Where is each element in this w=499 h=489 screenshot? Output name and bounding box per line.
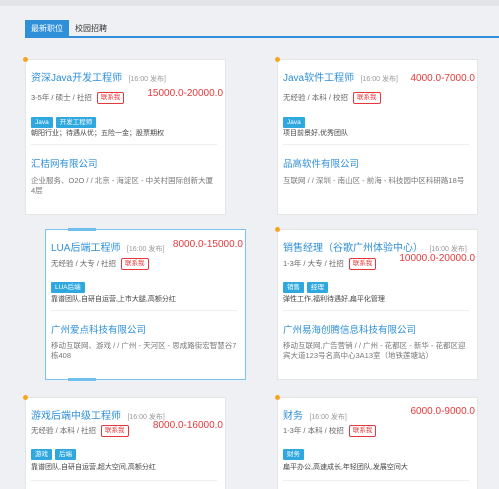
new-dot-icon: [275, 227, 280, 232]
job-requirements: 无经验 / 本科 / 社招: [31, 426, 97, 435]
tab-latest-jobs[interactable]: 最新职位: [25, 20, 69, 38]
contact-button[interactable]: 联系我: [96, 92, 125, 105]
company-name[interactable]: 品高软件有限公司: [283, 156, 359, 170]
salary: 6000.0-9000.0: [410, 406, 475, 417]
contact-button[interactable]: 联系我: [348, 425, 377, 438]
job-title[interactable]: LUA后端工程师: [51, 243, 120, 254]
posted-time: [16:00 发布]: [128, 76, 166, 83]
company-info: 互联网 / / 深圳 - 南山区 - 前海 - 科技园中区科研路18号: [283, 176, 465, 185]
salary: 10000.0-20000.0: [399, 253, 475, 264]
divider: [31, 144, 217, 145]
job-meta: 1-3年 / 大专 / 社招 联系我: [283, 258, 377, 271]
job-title[interactable]: Java软件工程师: [283, 73, 354, 84]
new-dot-icon: [23, 395, 28, 400]
job-tag[interactable]: Java: [283, 117, 305, 128]
job-requirements: 1-3年 / 大专 / 社招: [283, 259, 344, 268]
job-title[interactable]: 资深Java开发工程师: [31, 73, 122, 84]
company-name[interactable]: 广州爱点科技有限公司: [51, 322, 146, 336]
salary: 8000.0-16000.0: [152, 420, 223, 431]
company-info: 移动互联网、游戏 / / 广州 - 天河区 - 思成路街宏智慧谷7栋408: [51, 341, 237, 360]
divider: [31, 480, 217, 481]
job-meta: 3-5年 / 硕士 / 社招 联系我: [31, 92, 125, 105]
job-tag[interactable]: Java: [31, 117, 53, 128]
job-title-row: LUA后端工程师 [16:00 发布]: [51, 238, 164, 256]
job-card[interactable]: 财务 [16:00 发布] 6000.0-9000.0 1-3年 / 本科 / …: [275, 395, 478, 489]
job-card[interactable]: Java软件工程师 [16:00 发布] 4000.0-7000.0 无经验 /…: [275, 57, 478, 215]
job-tag[interactable]: 后端: [55, 449, 76, 460]
job-meta: 无经验 / 本科 / 社招 联系我: [31, 425, 129, 438]
job-meta: 无经验 / 大专 / 社招 联系我: [51, 258, 149, 271]
posted-time: [16:00 发布]: [429, 246, 467, 253]
tab-bar: 最新职位 校园招聘: [25, 20, 499, 38]
salary: 15000.0-20000.0: [147, 88, 223, 99]
highlight-bar: [68, 228, 96, 231]
job-tag[interactable]: LUA后端: [51, 282, 85, 293]
job-tag[interactable]: 开发工程师: [55, 117, 97, 128]
job-requirements: 3-5年 / 硕士 / 社招: [31, 93, 92, 102]
job-benefits: 靠谱团队,自研自运营,上市大腿,高额分红: [51, 296, 176, 303]
job-tag[interactable]: 游戏: [31, 449, 52, 460]
job-title-row: 资深Java开发工程师 [16:00 发布]: [31, 68, 166, 86]
company-info: 企业服务、O2O / / 北京 - 海淀区 - 中关村国际创新大厦4层: [31, 176, 214, 195]
salary: 8000.0-15000.0: [172, 239, 243, 250]
divider: [283, 480, 469, 481]
divider: [283, 144, 469, 145]
job-benefits: 弹性工作,福利待遇好,扁平化管理: [283, 296, 385, 303]
company-name[interactable]: 广州易海创腾信息科技有限公司: [283, 322, 416, 336]
job-card[interactable]: 游戏后端中级工程师 [16:00 发布] 8000.0-16000.0 无经验 …: [23, 395, 226, 489]
job-tags: 销售 经理: [283, 276, 331, 294]
salary: 4000.0-7000.0: [410, 73, 475, 84]
job-benefits: 靠谱团队,自研自运营,超大空间,高额分红: [31, 464, 156, 471]
job-benefits: 朝阳行业；待遇从优；五险一金；股票期权: [31, 130, 164, 137]
job-meta: 1-3年 / 本科 / 校招 联系我: [283, 425, 377, 438]
posted-time: [16:00 发布]: [360, 76, 398, 83]
job-title-row: 游戏后端中级工程师 [16:00 发布]: [31, 406, 165, 424]
job-benefits: 扁平办公,高速成长,年轻团队,发展空间大: [283, 464, 408, 471]
tab-campus-recruitment[interactable]: 校园招聘: [69, 20, 113, 38]
job-title-row: Java软件工程师 [16:00 发布]: [283, 68, 398, 86]
job-tag[interactable]: 财务: [283, 449, 304, 460]
job-card[interactable]: 资深Java开发工程师 [16:00 发布] 15000.0-20000.0 3…: [23, 57, 226, 215]
company-name[interactable]: 汇桔网有限公司: [31, 156, 98, 170]
contact-button[interactable]: 联系我: [348, 258, 377, 271]
job-tags: 游戏 后端: [31, 443, 79, 461]
contact-button[interactable]: 联系我: [353, 92, 381, 105]
top-bar: [0, 0, 499, 6]
divider: [283, 310, 469, 311]
job-title-row: 财务 [16:00 发布]: [283, 406, 347, 424]
contact-button[interactable]: 联系我: [101, 425, 129, 438]
job-requirements: 无经验 / 本科 / 校招: [283, 93, 349, 102]
job-card[interactable]: LUA后端工程师 [16:00 发布] 8000.0-15000.0 无经验 /…: [45, 228, 246, 381]
job-tags: Java 开发工程师: [31, 111, 99, 129]
divider: [51, 310, 237, 311]
company-info: 移动互联网,广告营销 / / 广州 - 花都区 - 新华 - 花都区迎宾大道12…: [283, 341, 466, 360]
job-meta: 无经验 / 本科 / 校招 联系我: [283, 92, 381, 105]
new-dot-icon: [23, 57, 28, 62]
job-tags: Java: [283, 111, 308, 129]
job-benefits: 项目前景好,优秀团队: [283, 130, 348, 137]
job-requirements: 无经验 / 大专 / 社招: [51, 259, 117, 268]
job-tag[interactable]: 销售: [283, 282, 304, 293]
job-tag[interactable]: 经理: [307, 282, 328, 293]
posted-time: [16:00 发布]: [126, 246, 165, 253]
contact-button[interactable]: 联系我: [121, 258, 149, 271]
job-title[interactable]: 财务: [283, 411, 303, 422]
posted-time: [16:00 发布]: [309, 414, 347, 421]
highlight-bar: [68, 378, 96, 381]
job-requirements: 1-3年 / 本科 / 校招: [283, 426, 344, 435]
job-tags: LUA后端: [51, 276, 88, 294]
job-title[interactable]: 游戏后端中级工程师: [31, 411, 121, 422]
new-dot-icon: [275, 395, 280, 400]
job-card[interactable]: 销售经理（谷歌广州体验中心） [16:00 发布] 10000.0-20000.…: [275, 227, 478, 380]
job-tags: 财务: [283, 443, 307, 461]
new-dot-icon: [275, 57, 280, 62]
